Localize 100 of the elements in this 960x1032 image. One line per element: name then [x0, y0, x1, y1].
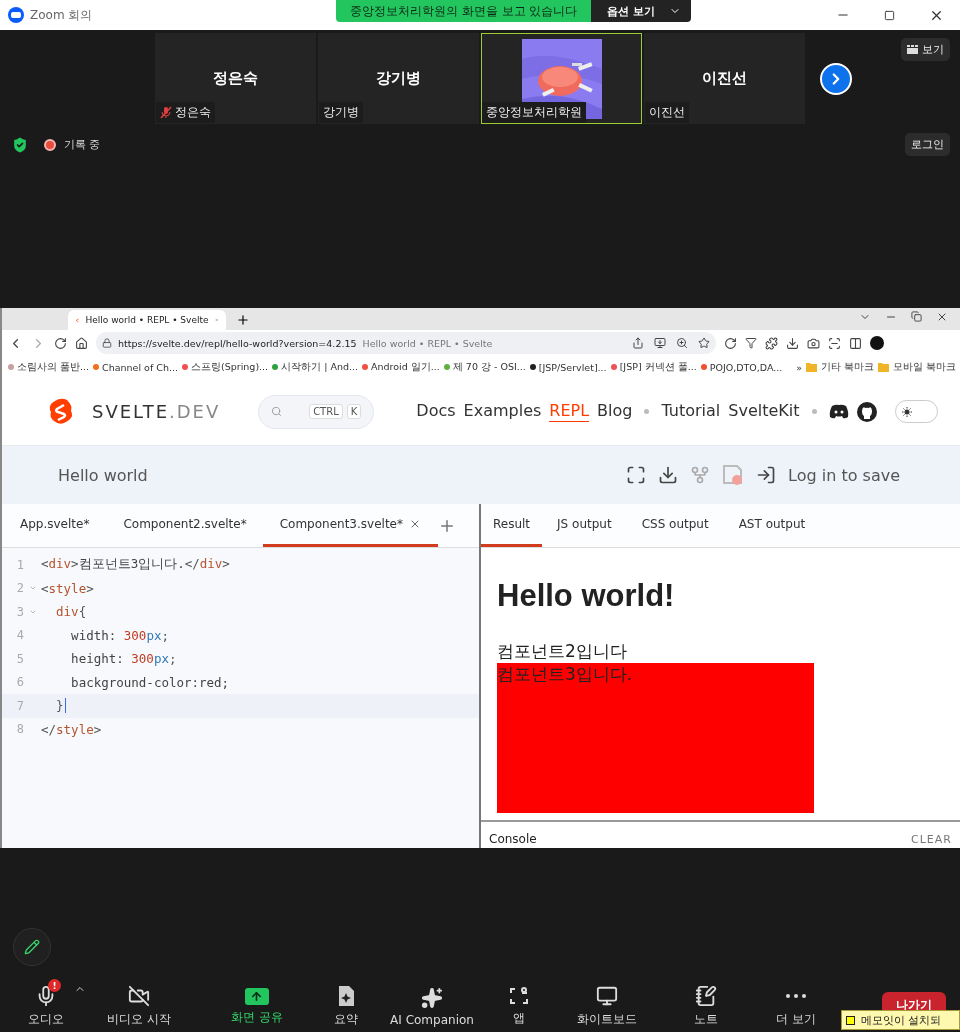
search-icon [271, 406, 283, 417]
participant-tile[interactable]: 이진선 이진선 [644, 33, 805, 124]
fullscreen-icon[interactable] [626, 465, 647, 485]
bookmark[interactable]: 제 70 강 - OSI... [452, 360, 526, 374]
side-panel-icon[interactable] [849, 336, 862, 350]
toolbar-button[interactable]: 앱 [509, 980, 529, 1027]
video-off-icon [128, 985, 150, 1007]
toolbar-button[interactable]: 노트 [694, 979, 718, 1028]
view-button[interactable]: 보기 [901, 38, 950, 61]
file-tab[interactable]: App.svelte* [2, 504, 108, 547]
close-icon[interactable] [409, 518, 421, 530]
bookmark[interactable]: [JSP/Servlet]... [538, 361, 607, 373]
lock-icon [102, 338, 112, 348]
file-tab[interactable]: Component2.svelte* [107, 504, 263, 547]
bookmark-folder[interactable]: 기타 북마크 [820, 360, 874, 374]
line-number: 7 [15, 698, 24, 713]
options-button[interactable]: 옵션 보기 [591, 0, 692, 22]
output-tab[interactable]: Result [481, 504, 543, 547]
code-text: div{ [55, 604, 87, 620]
participant-name: 강기병 [376, 69, 421, 88]
pencil-icon [24, 939, 40, 955]
nav-link[interactable]: Blog [597, 401, 633, 422]
more-icon [786, 994, 806, 998]
capture-icon[interactable] [828, 336, 841, 350]
install-icon[interactable] [654, 337, 666, 349]
bookmark[interactable]: Android 일기... [371, 360, 440, 374]
toolbar-button[interactable]: AI Companion [390, 980, 474, 1027]
nav-link[interactable]: Docs [416, 401, 456, 422]
camera-icon[interactable] [807, 336, 820, 350]
browser-tab[interactable]: Hello world • REPL • Svelte [68, 310, 226, 330]
nav-link[interactable]: REPL [549, 401, 590, 422]
result-text: 컴포넌트2입니다 [497, 640, 628, 663]
bookmark[interactable]: 스프링(Spring)... [191, 360, 269, 374]
extensions-icon[interactable] [765, 336, 778, 350]
address-bar[interactable]: https://svelte.dev/repl/hello-world?version=4.2.15 Hello world • REPL • Svelte [96, 332, 716, 354]
output-tab[interactable]: AST output [723, 504, 821, 547]
github-icon[interactable] [856, 401, 877, 422]
bookmark[interactable]: [JSP] 커넥션 풀... [619, 360, 697, 374]
login-button[interactable]: 로그인 [905, 133, 950, 156]
reload-icon[interactable] [54, 336, 67, 350]
bookmark-folder[interactable]: 모바일 북마크 [892, 360, 956, 374]
download-icon[interactable] [658, 465, 679, 485]
participant-tile[interactable]: 정은숙 정은숙 [155, 33, 316, 124]
text-cursor [64, 698, 66, 714]
participant-label: 정은숙 [175, 104, 211, 121]
participant-label: 이진선 [649, 104, 685, 121]
home-icon[interactable] [75, 336, 88, 350]
bookmark[interactable]: Channel of Ch... [102, 361, 178, 373]
key-hint: CTRL [309, 404, 343, 419]
folder-icon [805, 362, 817, 372]
participant-name: 이진선 [702, 69, 747, 88]
code-text: height: 300px; [70, 651, 177, 667]
share-banner: 중앙정보처리학원의 화면을 보고 있습니다 [336, 0, 592, 22]
close-icon[interactable] [936, 311, 948, 323]
whiteboard-icon [596, 985, 618, 1007]
participant-label: 강기병 [323, 104, 359, 121]
maximize-icon[interactable] [884, 9, 895, 21]
toolbar-button[interactable]: 화이트보드 [577, 979, 637, 1028]
more-bookmarks[interactable]: » [796, 361, 802, 373]
refresh-icon[interactable] [724, 336, 737, 350]
download-icon[interactable] [786, 336, 799, 350]
toolbar-button[interactable]: 비디오 시작 [107, 979, 171, 1028]
line-number: 6 [15, 675, 24, 690]
sun-icon [901, 406, 912, 417]
bookmark[interactable]: POJO,DTO,DA... [709, 361, 783, 373]
search-field[interactable]: CTRL K [258, 394, 375, 429]
new-tab-icon[interactable] [236, 313, 250, 327]
code-text: background-color:red; [70, 674, 230, 690]
toolbar-button[interactable]: 화면 공유 [231, 981, 283, 1026]
bookmark-star-icon[interactable] [698, 337, 710, 349]
result-heading: Hello world! [497, 578, 676, 614]
participant-tile[interactable]: 강기병 강기병 [318, 33, 479, 124]
toolbar-button[interactable]: 더 보기 [776, 979, 816, 1028]
next-page-button[interactable] [820, 62, 852, 95]
restore-icon[interactable] [911, 311, 922, 322]
annotate-button[interactable] [13, 928, 51, 966]
login-icon[interactable] [756, 465, 777, 485]
participant-tile[interactable]: 중앙정보처리학원 [481, 33, 642, 124]
nav-link[interactable]: Examples [463, 401, 542, 422]
line-number: 3 [15, 604, 24, 619]
profile-avatar[interactable] [870, 336, 884, 350]
login-link[interactable]: Log in to save [788, 465, 900, 485]
box-text: 컴포넌트3입니다. [497, 664, 633, 684]
bookmark[interactable]: 소림사의 품반... [17, 360, 90, 374]
bookmark[interactable]: 시작하기 | And... [281, 360, 358, 374]
zoom-icon[interactable] [676, 337, 688, 349]
clear-button[interactable]: CLEAR [911, 833, 952, 846]
share-screen-icon [245, 987, 269, 1005]
nav-link[interactable]: SvelteKit [728, 401, 800, 422]
filter-icon[interactable] [745, 337, 757, 349]
line-number: 8 [15, 722, 24, 737]
nav-link[interactable]: Tutorial [661, 401, 721, 422]
toolbar-button[interactable]: ! 오디오 [28, 979, 64, 1028]
output-tab[interactable]: CSS output [626, 504, 724, 547]
toolbar-button[interactable]: 요약 [334, 979, 358, 1028]
separator-dot-icon [811, 409, 817, 414]
output-tab[interactable]: JS output [542, 504, 627, 547]
share-icon[interactable] [632, 337, 644, 349]
discord-icon[interactable] [828, 404, 849, 419]
theme-toggle[interactable] [894, 400, 938, 423]
